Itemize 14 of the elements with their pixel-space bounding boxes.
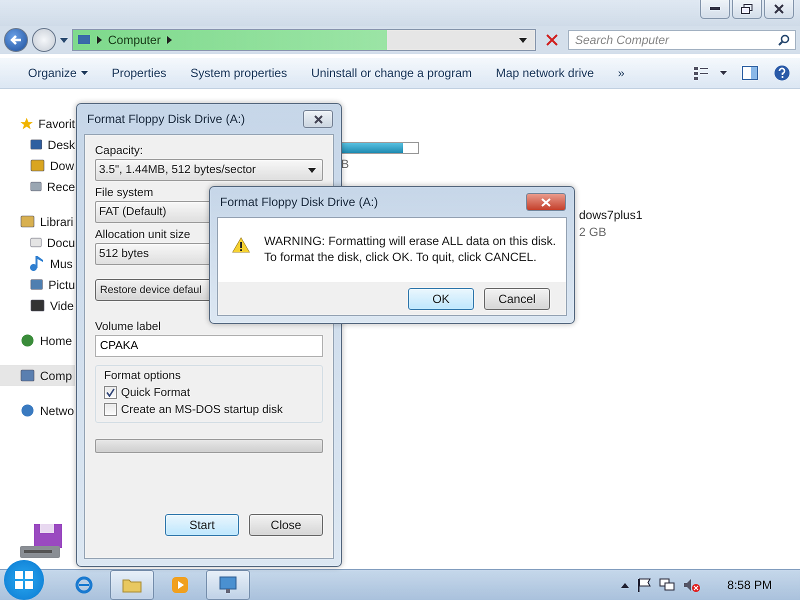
field-label: File system xyxy=(95,187,154,199)
checkbox-label: Quick Format xyxy=(121,386,190,398)
disk-size-text: B xyxy=(341,157,350,171)
address-text: Computer xyxy=(108,33,161,47)
field-label: Volume label xyxy=(95,321,162,333)
warning-message: To format the disk, click OK. To quit, click CANCEL. xyxy=(264,250,538,264)
drive-name: dows7plus1 xyxy=(579,208,642,222)
warning-message: WARNING: Formatting will erase ALL data on this disk. xyxy=(264,234,556,248)
dialog-title: Format Floppy Disk Drive (A:) xyxy=(220,195,378,209)
dialog-title: Format Floppy Disk Drive (A:) xyxy=(87,112,246,126)
drive-size-text: 2 GB xyxy=(579,225,606,239)
group-label: Format options xyxy=(104,370,182,382)
field-label: Capacity: xyxy=(95,145,144,157)
checkbox-label: Create an MS-DOS startup disk xyxy=(121,404,283,416)
